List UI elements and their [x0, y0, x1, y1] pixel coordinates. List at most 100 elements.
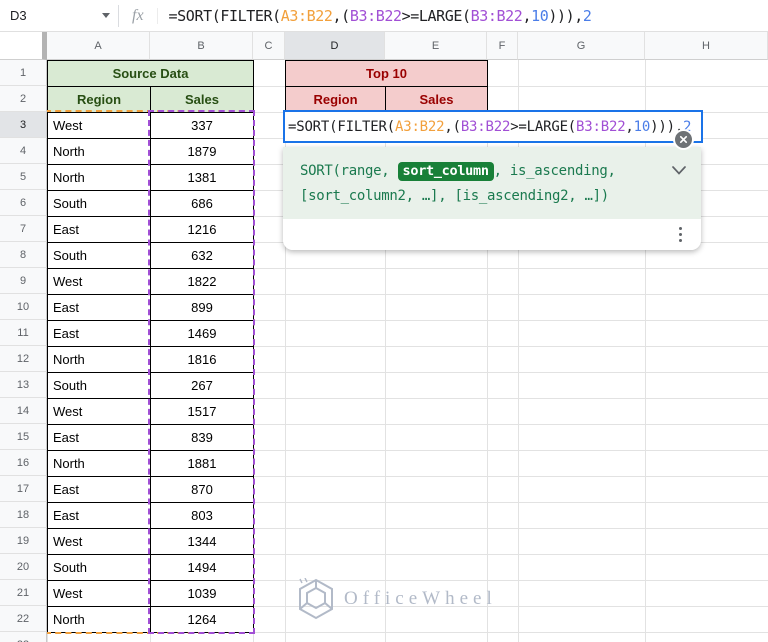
cell-B14[interactable]: 1517 — [150, 398, 254, 425]
cell-B15[interactable]: 839 — [150, 424, 254, 451]
divider — [118, 4, 119, 27]
more-options-icon[interactable] — [679, 227, 682, 242]
formula-token: , — [522, 6, 532, 25]
formula-bar-input[interactable]: =SORT(FILTER(A3:B22,(B3:B22>=LARGE(B3:B2… — [169, 7, 592, 25]
cell-B9[interactable]: 1822 — [150, 268, 254, 295]
cell-B17[interactable]: 870 — [150, 476, 254, 503]
cell-B7[interactable]: 1216 — [150, 216, 254, 243]
cell-A18[interactable]: East — [47, 502, 151, 529]
formula-token: B3:B22 — [349, 6, 402, 25]
close-icon — [679, 135, 688, 144]
cell-B6[interactable]: 686 — [150, 190, 254, 217]
cell-A15[interactable]: East — [47, 424, 151, 451]
row-header-17[interactable]: 17 — [0, 476, 47, 502]
formula-help-popup: SORT(range, sort_column, is_ascending, [… — [283, 147, 701, 250]
cell-B8[interactable]: 632 — [150, 242, 254, 269]
row-header-12[interactable]: 12 — [0, 346, 47, 372]
cell-B18[interactable]: 803 — [150, 502, 254, 529]
cell-A7[interactable]: East — [47, 216, 151, 243]
row-header-14[interactable]: 14 — [0, 398, 47, 424]
row-header-21[interactable]: 21 — [0, 580, 47, 606]
column-header-A[interactable]: A — [47, 32, 150, 60]
officewheel-logo-icon — [299, 578, 333, 620]
name-box[interactable]: D3 — [0, 8, 118, 23]
cell-A8[interactable]: South — [47, 242, 151, 269]
cell-A16[interactable]: North — [47, 450, 151, 477]
cell-d2-header[interactable]: Region — [285, 86, 386, 113]
cell-editor-d3[interactable]: =SORT(FILTER(A3:B22,(B3:B22>=LARGE(B3:B2… — [283, 110, 703, 150]
cell-A6[interactable]: South — [47, 190, 151, 217]
formula-token: A3:B22 — [280, 6, 333, 25]
cell-A3[interactable]: West — [47, 112, 151, 139]
cell-A14[interactable]: West — [47, 398, 151, 425]
signature-line1: SORT(range, sort_column, is_ascending, — [300, 159, 657, 184]
formula-token: ,( — [444, 118, 461, 135]
cell-B19[interactable]: 1344 — [150, 528, 254, 555]
cell-A10[interactable]: East — [47, 294, 151, 321]
row-header-1[interactable]: 1 — [0, 60, 47, 86]
row-header-9[interactable]: 9 — [0, 268, 47, 294]
cell-B22[interactable]: 1264 — [150, 606, 254, 633]
column-header-G[interactable]: G — [518, 32, 645, 60]
column-header-E[interactable]: E — [385, 32, 487, 60]
cell-A21[interactable]: West — [47, 580, 151, 607]
cell-a2-header[interactable]: Region — [47, 86, 151, 113]
formula-token: , — [574, 6, 583, 25]
cell-e2-header[interactable]: Sales — [385, 86, 488, 113]
name-box-dropdown-icon[interactable] — [102, 13, 110, 18]
cell-B21[interactable]: 1039 — [150, 580, 254, 607]
cell-A13[interactable]: South — [47, 372, 151, 399]
cell-A17[interactable]: East — [47, 476, 151, 503]
cell-B3[interactable]: 337 — [150, 112, 254, 139]
row-header-11[interactable]: 11 — [0, 320, 47, 346]
column-header-B[interactable]: B — [150, 32, 253, 60]
row-header-2[interactable]: 2 — [0, 86, 47, 112]
cell-B13[interactable]: 267 — [150, 372, 254, 399]
cell-B20[interactable]: 1494 — [150, 554, 254, 581]
row-header-3[interactable]: 3 — [0, 112, 47, 138]
formula-token: B3:B22 — [460, 118, 511, 135]
row-header-20[interactable]: 20 — [0, 554, 47, 580]
name-box-value: D3 — [10, 8, 27, 23]
cell-d1-title[interactable]: Top 10 — [285, 60, 488, 87]
select-all-corner[interactable] — [0, 32, 47, 60]
row-header-4[interactable]: 4 — [0, 138, 47, 164]
column-header-D[interactable]: D — [285, 32, 385, 60]
cell-a1-title[interactable]: Source Data — [47, 60, 254, 87]
cell-A5[interactable]: North — [47, 164, 151, 191]
column-header-F[interactable]: F — [487, 32, 518, 60]
cell-B16[interactable]: 1881 — [150, 450, 254, 477]
row-header-5[interactable]: 5 — [0, 164, 47, 190]
cell-B5[interactable]: 1381 — [150, 164, 254, 191]
cell-A9[interactable]: West — [47, 268, 151, 295]
cell-A19[interactable]: West — [47, 528, 151, 555]
row-header-15[interactable]: 15 — [0, 424, 47, 450]
formula-token: 10 — [633, 118, 651, 135]
cell-A22[interactable]: North — [47, 606, 151, 633]
row-header-19[interactable]: 19 — [0, 528, 47, 554]
row-header-23[interactable]: 23 — [0, 632, 47, 642]
row-header-22[interactable]: 22 — [0, 606, 47, 632]
row-header-7[interactable]: 7 — [0, 216, 47, 242]
chevron-down-icon[interactable] — [672, 166, 686, 175]
row-header-13[interactable]: 13 — [0, 372, 47, 398]
row-header-10[interactable]: 10 — [0, 294, 47, 320]
tooltip-footer — [283, 219, 701, 250]
cell-B10[interactable]: 899 — [150, 294, 254, 321]
row-header-8[interactable]: 8 — [0, 242, 47, 268]
row-header-18[interactable]: 18 — [0, 502, 47, 528]
row-header-16[interactable]: 16 — [0, 450, 47, 476]
cell-A20[interactable]: South — [47, 554, 151, 581]
cell-B11[interactable]: 1469 — [150, 320, 254, 347]
cell-B12[interactable]: 1816 — [150, 346, 254, 373]
cell-B4[interactable]: 1879 — [150, 138, 254, 165]
close-editor-button[interactable] — [673, 129, 694, 150]
cell-A11[interactable]: East — [47, 320, 151, 347]
column-header-C[interactable]: C — [253, 32, 285, 60]
column-header-H[interactable]: H — [645, 32, 768, 60]
cell-A12[interactable]: North — [47, 346, 151, 373]
signature-pre: SORT(range, — [300, 163, 398, 179]
cell-b2-header[interactable]: Sales — [150, 86, 254, 113]
cell-A4[interactable]: North — [47, 138, 151, 165]
row-header-6[interactable]: 6 — [0, 190, 47, 216]
